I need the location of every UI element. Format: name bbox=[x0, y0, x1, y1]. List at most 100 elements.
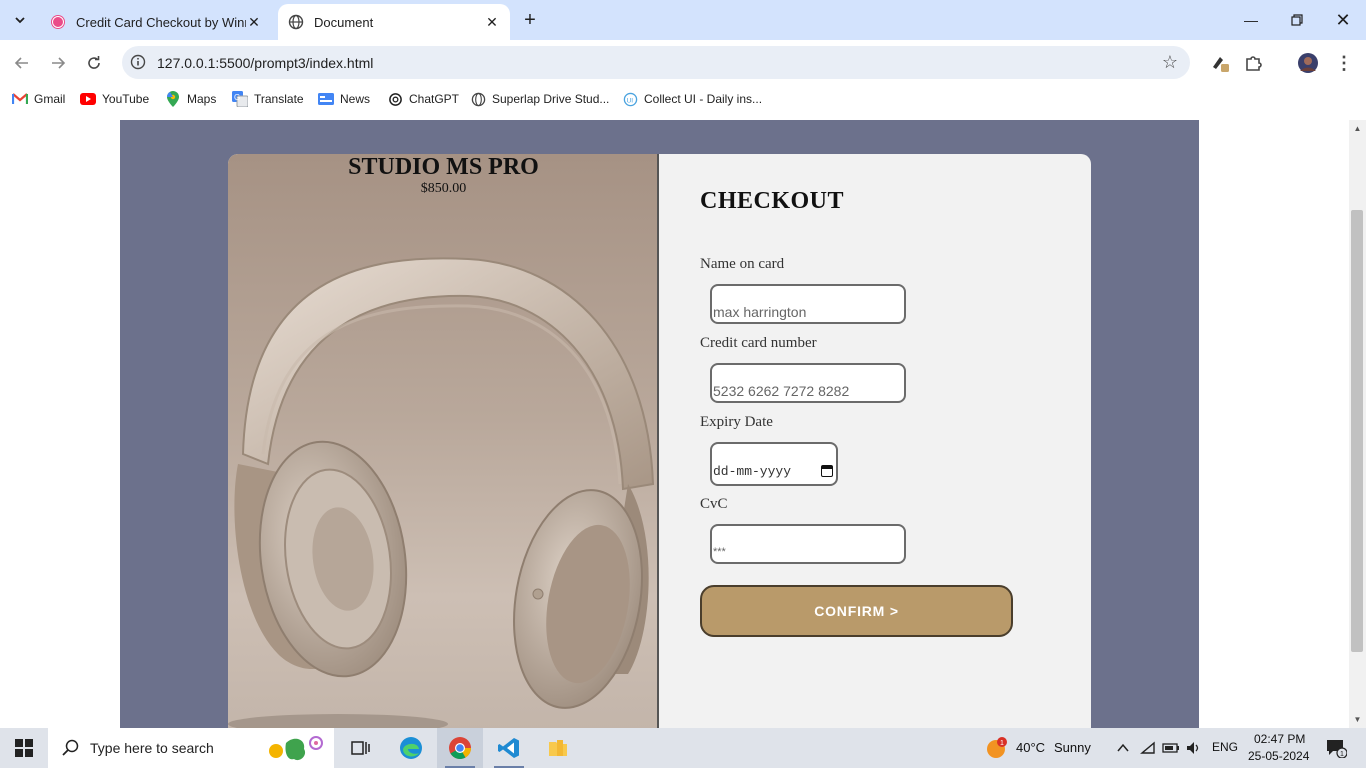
expiry-date-label: Expiry Date bbox=[700, 414, 773, 430]
bookmark-label: Gmail bbox=[34, 92, 66, 106]
language-indicator[interactable]: ENG bbox=[1212, 740, 1238, 754]
tab-document[interactable]: Document ✕ bbox=[278, 4, 510, 40]
name-on-card-input[interactable]: max harrington bbox=[710, 284, 906, 324]
bookmark-maps[interactable]: Maps bbox=[165, 91, 216, 107]
translate-icon: G bbox=[232, 91, 248, 107]
product-panel: STUDIO MS PRO $850.00 bbox=[228, 154, 659, 728]
puzzle-icon bbox=[1246, 56, 1262, 71]
cvc-input[interactable]: *** bbox=[710, 524, 906, 564]
bookmark-label: Maps bbox=[187, 92, 217, 106]
bookmark-label: Superlap Drive Stud... bbox=[492, 92, 610, 106]
card-number-input[interactable]: 5232 6262 7272 8282 bbox=[710, 363, 906, 403]
globe-icon bbox=[288, 14, 304, 30]
notification-count: 1 bbox=[1340, 751, 1344, 758]
chatgpt-icon bbox=[387, 91, 403, 107]
chevron-down-icon bbox=[15, 17, 25, 24]
bookmark-label: YouTube bbox=[102, 92, 150, 106]
scrollbar-thumb[interactable] bbox=[1351, 210, 1363, 652]
bookmark-star-icon[interactable]: ☆ bbox=[1162, 52, 1178, 73]
card-number-label: Credit card number bbox=[700, 335, 817, 351]
close-window-button[interactable]: ✕ bbox=[1320, 0, 1366, 40]
chrome-icon bbox=[449, 737, 471, 759]
arrow-right-icon bbox=[52, 57, 66, 69]
globe-icon bbox=[470, 91, 486, 107]
product-price: $850.00 bbox=[420, 181, 467, 196]
confirm-button[interactable]: CONFIRM > bbox=[700, 585, 1013, 637]
cvc-label: CvC bbox=[700, 496, 728, 512]
expiry-date-input[interactable]: dd-mm-yyyy bbox=[710, 442, 838, 486]
checkout-card: STUDIO MS PRO $850.00 CHECKOUT Name on c… bbox=[228, 154, 1091, 728]
bookmark-news[interactable]: News bbox=[318, 91, 370, 107]
search-icon bbox=[62, 739, 79, 756]
start-button[interactable] bbox=[0, 728, 48, 768]
taskbar-search-box[interactable]: Type here to search bbox=[48, 728, 334, 768]
dribbble-icon bbox=[51, 15, 65, 29]
taskbar-edge[interactable] bbox=[388, 728, 434, 768]
expiry-date-value: dd-mm-yyyy bbox=[713, 464, 792, 479]
windows-logo-icon bbox=[15, 739, 33, 757]
close-icon[interactable]: ✕ bbox=[246, 14, 262, 30]
tab-credit-card-checkout[interactable]: Credit Card Checkout by Winnie ✕ bbox=[40, 4, 272, 40]
weather-badge-count: 1 bbox=[1000, 740, 1004, 747]
tab-search-button[interactable] bbox=[8, 8, 32, 32]
bookmark-label: News bbox=[340, 92, 371, 106]
task-view-button[interactable] bbox=[340, 728, 380, 768]
page-scrollbar[interactable]: ▲ ▼ bbox=[1349, 120, 1366, 728]
maps-icon bbox=[165, 91, 181, 107]
back-button[interactable] bbox=[9, 50, 35, 76]
bookmark-gmail[interactable]: Gmail bbox=[12, 91, 65, 107]
clock-date[interactable]: 25-05-2024 bbox=[1248, 749, 1309, 763]
address-bar[interactable]: 127.0.0.1:5500/prompt3/index.html ☆ bbox=[122, 46, 1190, 79]
taskbar-chrome[interactable] bbox=[437, 728, 483, 768]
notification-center-button[interactable]: 1 bbox=[1322, 728, 1350, 768]
url-text[interactable]: 127.0.0.1:5500/prompt3/index.html bbox=[157, 55, 373, 71]
forward-button[interactable] bbox=[45, 50, 71, 76]
scroll-up-arrow-icon[interactable]: ▲ bbox=[1349, 120, 1366, 137]
folder-icon bbox=[549, 740, 567, 756]
paint-extension-icon bbox=[1213, 57, 1229, 72]
vscode-icon bbox=[498, 738, 519, 758]
search-placeholder: Type here to search bbox=[90, 740, 214, 756]
taskbar-vscode[interactable] bbox=[486, 728, 532, 768]
collectui-icon: UI bbox=[622, 91, 638, 107]
task-view-icon bbox=[351, 741, 370, 755]
cvc-value: *** bbox=[713, 546, 726, 558]
notification-icon: 1 bbox=[1327, 740, 1347, 758]
checkout-form: CHECKOUT Name on card max harrington Cre… bbox=[659, 154, 1091, 728]
profile-avatar[interactable] bbox=[1296, 51, 1320, 75]
volume-icon[interactable] bbox=[1184, 728, 1204, 768]
reload-button[interactable] bbox=[81, 50, 107, 76]
tab-title: Credit Card Checkout by Winnie bbox=[76, 14, 246, 30]
extensions-puzzle-button[interactable] bbox=[1242, 51, 1266, 75]
site-info-icon[interactable] bbox=[130, 54, 146, 70]
weather-description[interactable]: Sunny bbox=[1054, 740, 1091, 755]
bookmark-collectui[interactable]: UI Collect UI - Daily ins... bbox=[622, 91, 762, 107]
new-tab-button[interactable]: + bbox=[518, 8, 542, 32]
bookmark-superlap[interactable]: Superlap Drive Stud... bbox=[470, 91, 609, 107]
battery-icon[interactable] bbox=[1160, 728, 1182, 768]
bookmark-chatgpt[interactable]: ChatGPT bbox=[387, 91, 459, 107]
restore-button[interactable] bbox=[1274, 0, 1320, 40]
clock-time[interactable]: 02:47 PM bbox=[1254, 732, 1305, 746]
product-name: STUDIO MS PRO bbox=[348, 154, 539, 180]
scroll-down-arrow-icon[interactable]: ▼ bbox=[1349, 711, 1366, 728]
minimize-button[interactable]: — bbox=[1228, 0, 1274, 40]
chevron-up-icon[interactable] bbox=[1114, 728, 1132, 768]
bookmarks-bar: Gmail YouTube Maps G Translate News Chat… bbox=[0, 86, 1366, 114]
restore-icon bbox=[1291, 14, 1303, 26]
arrow-left-icon bbox=[14, 57, 28, 69]
taskbar-file-explorer[interactable] bbox=[535, 728, 581, 768]
calendar-icon[interactable] bbox=[821, 465, 833, 477]
more-menu-button[interactable]: ⋮ bbox=[1332, 51, 1356, 75]
weather-icon[interactable]: 1 bbox=[984, 728, 1008, 768]
bookmark-label: Collect UI - Daily ins... bbox=[644, 92, 763, 106]
bookmark-translate[interactable]: G Translate bbox=[232, 91, 304, 107]
browser-tab-strip: Credit Card Checkout by Winnie ✕ Documen… bbox=[0, 0, 1366, 40]
name-on-card-label: Name on card bbox=[700, 256, 785, 272]
close-icon[interactable]: ✕ bbox=[484, 14, 500, 30]
network-icon[interactable] bbox=[1138, 728, 1158, 768]
extension-icon[interactable] bbox=[1208, 51, 1232, 75]
weather-temperature[interactable]: 40°C bbox=[1016, 740, 1045, 755]
browser-toolbar: 127.0.0.1:5500/prompt3/index.html ☆ ⋮ bbox=[0, 40, 1366, 86]
bookmark-youtube[interactable]: YouTube bbox=[80, 91, 149, 107]
